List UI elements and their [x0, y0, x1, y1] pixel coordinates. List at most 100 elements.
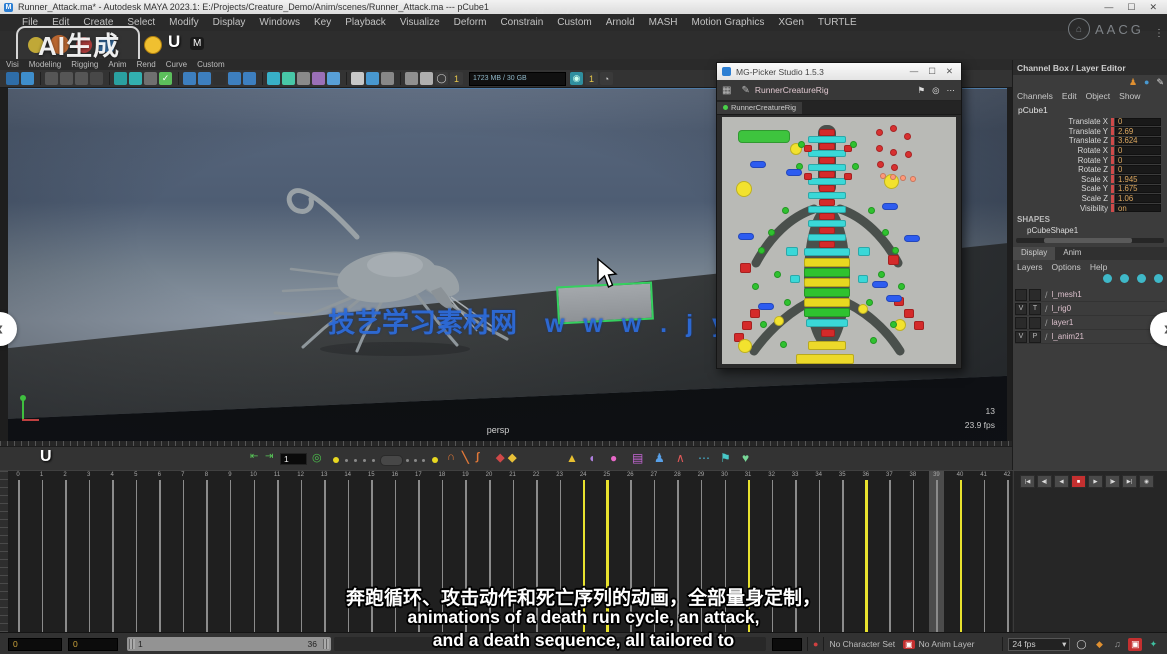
shelf-tab-curve[interactable]: Curve [166, 60, 187, 69]
transport-button-7[interactable]: ◉ [1139, 475, 1154, 488]
picker-control-2[interactable] [819, 143, 835, 150]
layer-editor-tab-anim[interactable]: Anim [1055, 247, 1089, 260]
playback-icon-1[interactable]: ◖ [588, 451, 595, 465]
picker-title-bar[interactable]: MG-Picker Studio 1.5.3 — ☐ ✕ [717, 63, 961, 80]
picker-control-74[interactable] [904, 133, 911, 140]
power-toggle-icon[interactable]: ◎ [312, 451, 322, 464]
menu-motion-graphics[interactable]: Motion Graphics [692, 17, 765, 28]
status-extra-icon-0[interactable]: ◉ [570, 72, 583, 85]
picker-control-91[interactable] [758, 303, 774, 310]
playback-dot-2[interactable] [354, 459, 357, 462]
shelf-tab-rend[interactable]: Rend [137, 60, 156, 69]
picker-control-13[interactable] [808, 178, 846, 185]
layer-empty-icon[interactable] [1154, 274, 1163, 283]
picker-control-30[interactable] [821, 329, 835, 337]
picker-control-29[interactable] [806, 319, 848, 327]
playback-dot-7[interactable] [422, 459, 425, 462]
menu-key[interactable]: Key [314, 17, 331, 28]
picker-control-18[interactable] [804, 248, 850, 256]
picker-control-20[interactable] [858, 247, 870, 256]
picker-control-48[interactable] [738, 339, 752, 353]
layer-color-swatch[interactable]: / [1045, 290, 1048, 300]
status-icon-29[interactable] [405, 72, 418, 85]
picker-control-61[interactable] [892, 247, 899, 254]
picker-control-66[interactable] [784, 299, 791, 306]
menu-windows[interactable]: Windows [259, 17, 300, 28]
channel-value-field[interactable]: 3.624 [1115, 137, 1161, 146]
layer-menu-help[interactable]: Help [1090, 262, 1107, 272]
channel-menu-object[interactable]: Object [1086, 91, 1111, 101]
layer-row-l-mesh1[interactable]: /l_mesh1 [1015, 288, 1165, 302]
layer-playback-icon[interactable] [1120, 274, 1129, 283]
channel-value-field[interactable]: 1.945 [1115, 175, 1161, 184]
picker-control-27[interactable] [804, 298, 850, 307]
picker-control-28[interactable] [804, 308, 850, 317]
status-icon-32[interactable]: 1 [450, 72, 463, 85]
picker-control-17[interactable] [808, 234, 846, 241]
picker-control-65[interactable] [898, 283, 905, 290]
picker-control-90[interactable] [886, 295, 902, 302]
picker-control-63[interactable] [878, 271, 885, 278]
channel-value-field[interactable]: on [1115, 204, 1161, 213]
picker-control-59[interactable] [882, 229, 889, 236]
picker-control-36[interactable] [844, 173, 852, 180]
picker-close-button[interactable]: ✕ [946, 66, 953, 77]
picker-control-87[interactable] [738, 233, 754, 240]
picker-control-35[interactable] [804, 173, 812, 180]
picker-control-82[interactable] [900, 175, 906, 181]
status-icon-4[interactable] [60, 72, 73, 85]
status-icon-3[interactable] [45, 72, 58, 85]
close-button[interactable]: ✕ [1149, 2, 1157, 13]
picker-control-50[interactable] [774, 316, 784, 326]
picker-control-8[interactable] [819, 227, 835, 234]
picker-control-31[interactable] [808, 341, 846, 350]
menu-display[interactable]: Display [213, 17, 246, 28]
picker-control-4[interactable] [819, 171, 835, 178]
menu-playback[interactable]: Playback [345, 17, 386, 28]
layer-editor-tab-display[interactable]: Display [1013, 247, 1055, 260]
status-icon-16[interactable] [228, 72, 241, 85]
playback-icon-7[interactable]: ⚑ [720, 451, 731, 465]
picker-control-55[interactable] [852, 163, 859, 170]
playback-dot-0[interactable] [333, 457, 339, 463]
layer-menu-layers[interactable]: Layers [1017, 262, 1043, 272]
picker-flag-icon[interactable]: ⚑ [917, 85, 925, 96]
channel-value-field[interactable]: 1.06 [1115, 194, 1161, 203]
status-icon-25[interactable] [351, 72, 364, 85]
status-icon-10[interactable] [144, 72, 157, 85]
picker-control-64[interactable] [752, 283, 759, 290]
picker-control-75[interactable] [876, 145, 883, 152]
picker-control-9[interactable] [819, 241, 835, 248]
picker-control-86[interactable] [882, 203, 898, 210]
playback-dot-4[interactable] [372, 459, 375, 462]
picker-control-7[interactable] [819, 213, 835, 220]
playback-icon-0[interactable]: ▲ [566, 451, 578, 465]
menu-visualize[interactable]: Visualize [400, 17, 440, 28]
layer-color-swatch[interactable]: / [1045, 318, 1048, 328]
playback-icon-5[interactable]: ∧ [676, 451, 685, 465]
playback-dot-3[interactable] [363, 459, 366, 462]
layer-visibility-toggle[interactable] [1015, 317, 1027, 329]
playback-icon-8[interactable]: ♥ [742, 451, 749, 465]
kebab-menu-icon[interactable]: ⋮ [1154, 30, 1164, 37]
layer-visibility-toggle[interactable] [1015, 289, 1027, 301]
sphere-icon[interactable]: ● [1144, 77, 1149, 88]
layer-row-l-anim21[interactable]: VP/l_anim21 [1015, 330, 1165, 344]
picker-control-33[interactable] [804, 145, 812, 152]
picker-control-89[interactable] [872, 281, 888, 288]
transport-button-4[interactable]: ▶ [1088, 475, 1103, 488]
picker-control-12[interactable] [808, 164, 846, 171]
status-icon-8[interactable] [114, 72, 127, 85]
pencil-icon[interactable]: ✎ [1156, 77, 1164, 88]
picker-control-22[interactable] [858, 275, 868, 283]
layer-type-toggle[interactable]: P [1029, 331, 1041, 343]
picker-control-80[interactable] [880, 173, 886, 179]
layer-type-toggle[interactable]: T [1029, 303, 1041, 315]
picker-control-69[interactable] [890, 321, 897, 328]
next-key-button[interactable]: ⇥ [265, 451, 273, 462]
picker-control-6[interactable] [819, 199, 835, 206]
picker-control-25[interactable] [804, 278, 850, 287]
channel-value-field[interactable]: 2.69 [1115, 127, 1161, 136]
picker-canvas[interactable] [722, 117, 956, 364]
channel-box-hscrollbar[interactable] [1016, 238, 1164, 243]
